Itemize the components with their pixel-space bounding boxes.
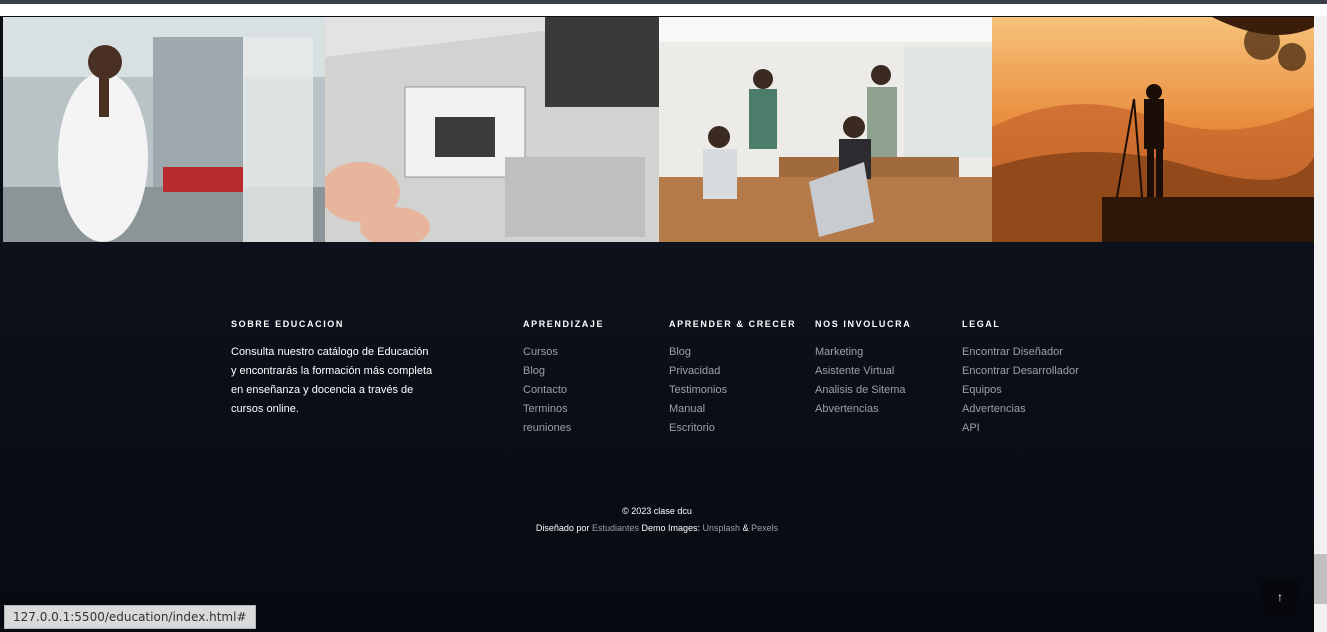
back-to-top-button[interactable]: ↑: [1262, 579, 1298, 615]
footer-link[interactable]: Encontrar Diseñador: [962, 343, 1079, 362]
footer-about-column: SOBRE EDUCACION Consulta nuestro catálog…: [231, 319, 436, 419]
unsplash-link[interactable]: Unsplash: [703, 523, 741, 533]
footer-link[interactable]: Terminos: [523, 400, 604, 419]
column-heading: NOS INVOLUCRA: [815, 319, 912, 329]
footer-link[interactable]: Contacto: [523, 381, 604, 400]
footer-link[interactable]: Abvertencias: [815, 400, 911, 419]
column-heading: APRENDER & CRECER: [669, 319, 797, 329]
about-text: Consulta nuestro catálogo de Educación y…: [231, 346, 433, 415]
column-heading: APRENDIZAJE: [523, 319, 605, 329]
design-credit: Diseñado por Estudiantes Demo Images: Un…: [0, 523, 1314, 533]
footer-link[interactable]: Encontrar Desarrollador: [962, 362, 1079, 381]
team-meeting-photo: [659, 17, 992, 242]
photographer-sunset-photo: [992, 17, 1314, 242]
footer-link[interactable]: Advertencias: [962, 400, 1079, 419]
footer-link[interactable]: Marketing: [815, 343, 911, 362]
site-footer: SOBRE EDUCACION Consulta nuestro catálog…: [0, 242, 1314, 632]
footer-column-aprendizaje: APRENDIZAJE Cursos Blog Contacto Termino…: [523, 319, 604, 438]
footer-link[interactable]: Testimonios: [669, 381, 796, 400]
footer-link[interactable]: Analisis de Sitema: [815, 381, 911, 400]
page-top-strip: [0, 4, 1327, 16]
footer-column-nos-involucra: NOS INVOLUCRA Marketing Asistente Virtua…: [815, 319, 911, 419]
footer-link[interactable]: Equipos: [962, 381, 1079, 400]
footer-link[interactable]: Blog: [523, 362, 604, 381]
footer-column-aprender-crecer: APRENDER & CRECER Blog Privacidad Testim…: [669, 319, 796, 438]
footer-link[interactable]: API: [962, 419, 1079, 438]
laboratory-photo: [3, 17, 325, 242]
footer-link[interactable]: reuniones: [523, 419, 604, 438]
column-heading: LEGAL: [962, 319, 1001, 329]
footer-link[interactable]: Privacidad: [669, 362, 796, 381]
footer-link[interactable]: Escritorio: [669, 419, 796, 438]
credit-amp: &: [742, 523, 749, 533]
copyright-text: © 2023 clase dcu: [622, 506, 692, 516]
design-workshop-photo: [325, 17, 659, 242]
scrollbar-thumb[interactable]: [1314, 554, 1327, 604]
status-bar-url: 127.0.0.1:5500/education/index.html#: [4, 605, 256, 629]
vertical-scrollbar[interactable]: [1314, 16, 1327, 632]
image-gallery: [3, 17, 1314, 242]
footer-link[interactable]: Manual: [669, 400, 796, 419]
credit-prefix: Diseñado por: [535, 523, 590, 533]
footer-link[interactable]: Cursos: [523, 343, 604, 362]
author-link[interactable]: Estudiantes: [592, 523, 639, 533]
footer-column-legal: LEGAL Encontrar Diseñador Encontrar Desa…: [962, 319, 1079, 438]
footer-link[interactable]: Asistente Virtual: [815, 362, 911, 381]
footer-link[interactable]: Blog: [669, 343, 796, 362]
pexels-link[interactable]: Pexels: [751, 523, 778, 533]
arrow-up-icon: ↑: [1277, 590, 1283, 604]
credit-middle: Demo Images:: [641, 523, 701, 533]
about-heading: SOBRE EDUCACION: [231, 319, 345, 329]
